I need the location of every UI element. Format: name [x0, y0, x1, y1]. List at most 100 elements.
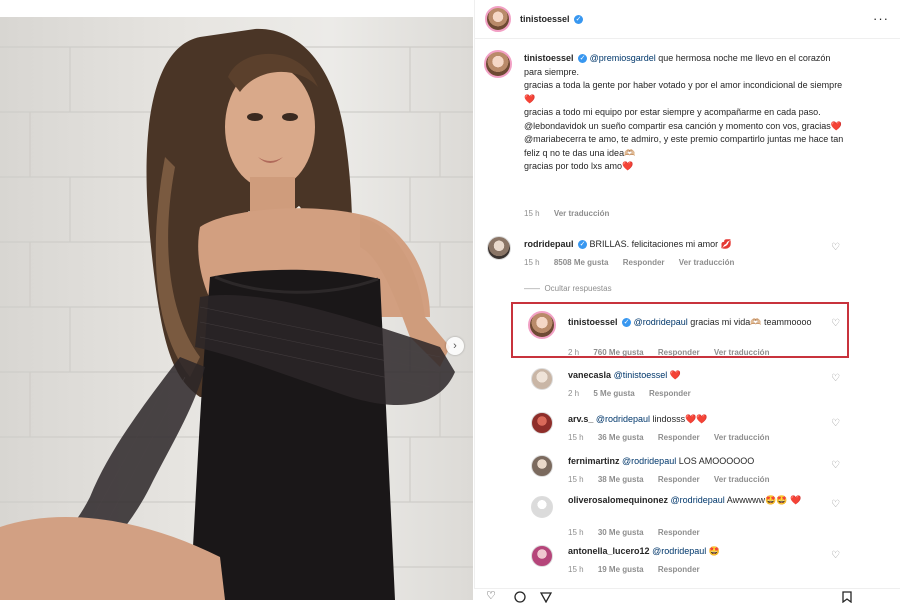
comment-likes[interactable]: 8508 Me gusta [554, 258, 609, 267]
author-username-text[interactable]: tinistoessel [520, 14, 570, 24]
reply-likes[interactable]: 5 Me gusta [593, 389, 634, 398]
caption-line-6: gracias por todo lxs amo [524, 161, 623, 171]
more-options-icon[interactable]: ··· [873, 11, 889, 26]
verified-badge-icon: ✓ [574, 15, 584, 25]
reply-likes[interactable]: 19 Me gusta [598, 565, 644, 574]
verified-badge-icon: ✓ [622, 318, 632, 328]
reply-likes[interactable]: 36 Me gusta [598, 433, 644, 442]
like-comment-heart-icon[interactable]: ♡ [831, 418, 840, 429]
caption-line-4: @lebondavidok un sueño compartir esa can… [524, 120, 831, 131]
reply-body: ❤️ [667, 370, 681, 380]
reply-time[interactable]: 15 h [568, 475, 584, 484]
reply-time[interactable]: 2 h [568, 348, 579, 357]
translate-link[interactable]: Ver traducción [714, 348, 770, 357]
like-comment-heart-icon[interactable]: ♡ [831, 460, 840, 471]
reply-avatar[interactable] [531, 412, 553, 434]
reply-button[interactable]: Responder [649, 389, 691, 398]
reply-mention[interactable]: @rodridepaul [671, 495, 725, 505]
reply-meta: 15 h 19 Me gusta Responder [568, 565, 712, 574]
reply-avatar[interactable] [528, 311, 556, 339]
reply-button[interactable]: Responder [623, 258, 665, 267]
caption-line-2: gracias a toda la gente por haber votado… [524, 80, 843, 90]
reply-button[interactable]: Responder [658, 565, 700, 574]
reply-mention[interactable]: @tinistoessel [614, 370, 668, 380]
like-comment-heart-icon[interactable]: ♡ [831, 242, 840, 253]
heart-emoji-icon: ❤️ [830, 120, 843, 131]
reply-meta: 2 h 5 Me gusta Responder [568, 389, 703, 398]
reply-mention[interactable]: @rodridepaul [596, 414, 650, 424]
comment-avatar[interactable] [487, 236, 511, 260]
reply-tinistoessel: tinistoessel ✓ @rodridepaul gracias mi v… [568, 316, 818, 329]
comment-body: BRILLAS. felicitaciones mi amor 💋 [589, 239, 732, 249]
comment-username[interactable]: rodridepaul [524, 239, 574, 249]
caption-line-3: gracias a todo mi equipo por estar siemp… [524, 107, 821, 117]
reply-avatar[interactable] [531, 545, 553, 567]
reply-username[interactable]: antonella_lucero12 [568, 546, 650, 556]
hide-replies-text[interactable]: Ocultar respuestas [544, 284, 611, 293]
like-comment-heart-icon[interactable]: ♡ [831, 318, 840, 329]
translate-link[interactable]: Ver traducción [679, 258, 735, 267]
reply-mention[interactable]: @rodridepaul [622, 456, 676, 466]
reply-fernimartinz: fernimartinz @rodridepaul LOS AMOOOOOO [568, 455, 818, 468]
caption-time[interactable]: 15 h [524, 209, 540, 218]
like-comment-heart-icon[interactable]: ♡ [831, 373, 840, 384]
reply-username[interactable]: tinistoessel [568, 317, 618, 327]
reply-username[interactable]: oliverosalomequinonez [568, 495, 668, 505]
like-post-heart-icon[interactable]: ♡ [486, 589, 496, 602]
translate-link[interactable]: Ver traducción [714, 433, 770, 442]
post-caption: tinistoessel ✓ @premiosgardel que hermos… [524, 52, 844, 174]
reply-likes[interactable]: 760 Me gusta [593, 348, 643, 357]
comment-icon[interactable] [514, 591, 526, 603]
reply-likes[interactable]: 30 Me gusta [598, 528, 644, 537]
comment-meta: 15 h 8508 Me gusta Responder Ver traducc… [524, 258, 746, 267]
reply-username[interactable]: vanecasla [568, 370, 611, 380]
reply-meta: 15 h 30 Me gusta Responder [568, 528, 712, 537]
reply-avatar[interactable] [531, 455, 553, 477]
reply-button[interactable]: Responder [658, 528, 700, 537]
reply-username[interactable]: arv.s_ [568, 414, 593, 424]
post-header: tinistoessel ✓ ··· [475, 0, 900, 39]
reply-time[interactable]: 15 h [568, 565, 584, 574]
caption-mention[interactable]: @premiosgardel [590, 53, 656, 63]
author-username[interactable]: tinistoessel ✓ [520, 14, 584, 25]
hide-replies-dash: —— [524, 284, 545, 293]
reply-antonella-lucero12: antonella_lucero12 @rodridepaul 🤩 [568, 545, 818, 558]
share-icon[interactable] [540, 591, 552, 603]
reply-avatar[interactable] [531, 368, 553, 390]
caption-meta: 15 h Ver traducción [524, 209, 621, 218]
reply-username[interactable]: fernimartinz [568, 456, 620, 466]
comment-time[interactable]: 15 h [524, 258, 540, 267]
post-actions-bar: ♡ [474, 588, 900, 603]
save-bookmark-icon[interactable] [842, 591, 852, 603]
reply-body: LOS AMOOOOOO [676, 456, 755, 466]
reply-body: 🤩 [706, 546, 720, 556]
post-photo[interactable]: › [0, 17, 473, 600]
reply-mention[interactable]: @rodridepaul [634, 317, 688, 327]
reply-button[interactable]: Responder [658, 475, 700, 484]
like-comment-heart-icon[interactable]: ♡ [831, 550, 840, 561]
reply-body: gracias mi vida🫶🏼 teammoooo [687, 317, 812, 327]
reply-time[interactable]: 15 h [568, 528, 584, 537]
reply-time[interactable]: 15 h [568, 433, 584, 442]
hide-replies-link[interactable]: —— Ocultar respuestas [524, 284, 612, 293]
heart-emoji-icon: ❤️ [524, 93, 536, 104]
verified-badge-icon: ✓ [578, 54, 588, 64]
reply-time[interactable]: 2 h [568, 389, 579, 398]
reply-meta: 2 h 760 Me gusta Responder Ver traducció… [568, 348, 781, 357]
caption-translate-link[interactable]: Ver traducción [554, 209, 610, 218]
reply-mention[interactable]: @rodridepaul [652, 546, 706, 556]
reply-button[interactable]: Responder [658, 348, 700, 357]
reply-avatar[interactable] [531, 496, 553, 518]
reply-button[interactable]: Responder [658, 433, 700, 442]
author-avatar[interactable] [485, 6, 511, 32]
translate-link[interactable]: Ver traducción [714, 475, 770, 484]
caption-avatar[interactable] [484, 50, 512, 78]
reply-likes[interactable]: 38 Me gusta [598, 475, 644, 484]
post-photo-illustration [0, 28, 473, 600]
reply-meta: 15 h 38 Me gusta Responder Ver traducció… [568, 475, 781, 484]
chevron-right-icon: › [453, 340, 457, 352]
caption-username[interactable]: tinistoessel [524, 53, 574, 63]
like-comment-heart-icon[interactable]: ♡ [831, 499, 840, 510]
next-photo-button[interactable]: › [446, 337, 464, 355]
verified-badge-icon: ✓ [578, 240, 588, 250]
